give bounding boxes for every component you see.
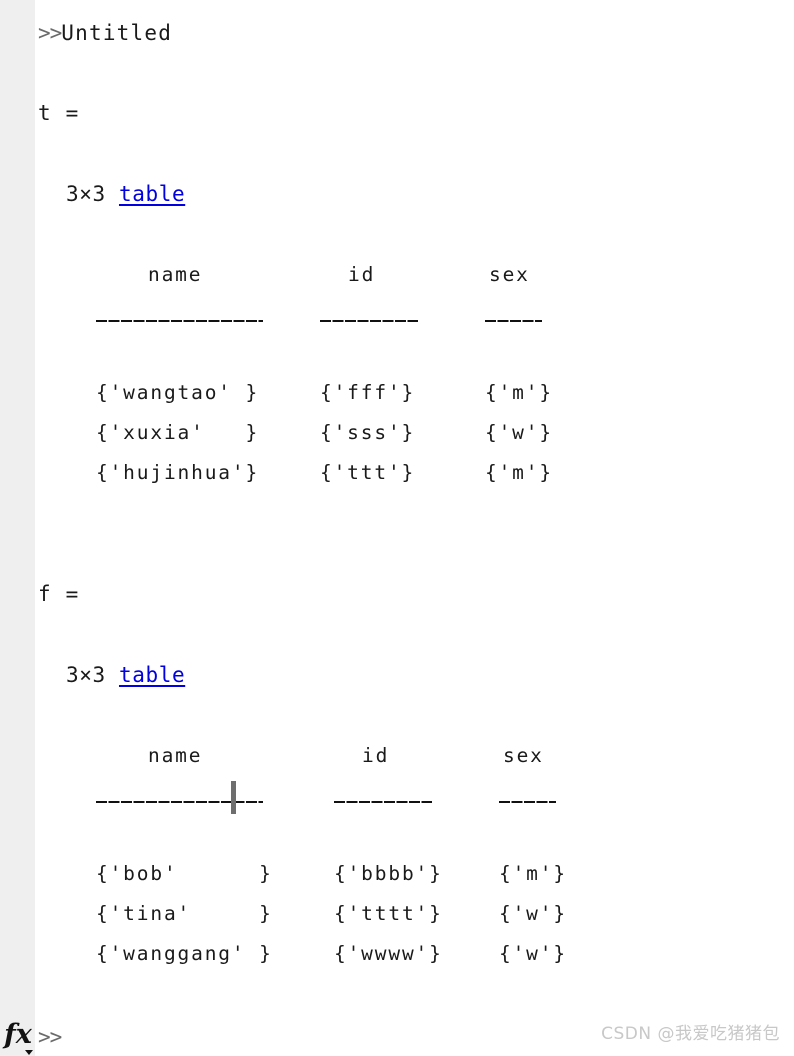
table-row: {'m'} [485,461,553,484]
command-text: Untitled [61,21,173,45]
table-row: {'m'} [485,381,553,404]
table-row: {'ttt'} [320,461,416,484]
col-rule-name-f [96,801,263,803]
table-row: {'wanggang' } [96,942,273,965]
size-text-t: 3×3 [66,182,106,206]
col-header-sex-t: sex [489,263,530,286]
size-line-t: 3×3 table [66,184,185,205]
col-header-id-f: id [362,744,390,767]
col-rule-sex-f [499,801,556,803]
table-row: {'tina' } [96,902,273,925]
table-row: {'xuxia' } [96,421,260,444]
col-rule-sex-t [485,320,542,322]
col-rule-id-f [334,801,432,803]
col-rule-name-t [96,320,263,322]
variable-label-f: f = [38,582,80,606]
type-link-t[interactable]: table [119,182,185,206]
size-line-f: 3×3 table [66,665,185,686]
command-echo-line: >>Untitled [38,23,172,44]
table-row: {'w'} [485,421,553,444]
variable-label-t: t = [38,101,80,125]
table-row: {'bob' } [96,862,273,885]
table-row: {'w'} [499,942,567,965]
chevron-down-icon[interactable] [25,1050,33,1055]
table-row: {'sss'} [320,421,416,444]
table-row: {'w'} [499,902,567,925]
type-link-f[interactable]: table [119,663,185,687]
text-caret [231,781,236,814]
size-text-f: 3×3 [66,663,106,687]
col-header-sex-f: sex [503,744,544,767]
col-header-id-t: id [348,263,376,286]
table-row: {'wwww'} [334,942,443,965]
table-row: {'tttt'} [334,902,443,925]
table-row: {'m'} [499,862,567,885]
table-row: {'fff'} [320,381,416,404]
col-header-name-f: name [148,744,203,767]
table-row: {'hujinhua'} [96,461,260,484]
table-row: {'wangtao' } [96,381,260,404]
prompt-chevron: >> [38,21,62,45]
fx-function-browser-icon[interactable]: fx [2,1018,34,1052]
col-header-name-t: name [148,263,203,286]
col-rule-id-t [320,320,418,322]
command-window-output[interactable]: >>Untitled t = 3×3 table name id sex {'w… [0,0,794,1056]
table-row: {'bbbb'} [334,862,443,885]
input-prompt-chevron[interactable]: >> [38,1027,62,1048]
csdn-watermark: CSDN @我爱吃猪猪包 [601,1024,780,1044]
